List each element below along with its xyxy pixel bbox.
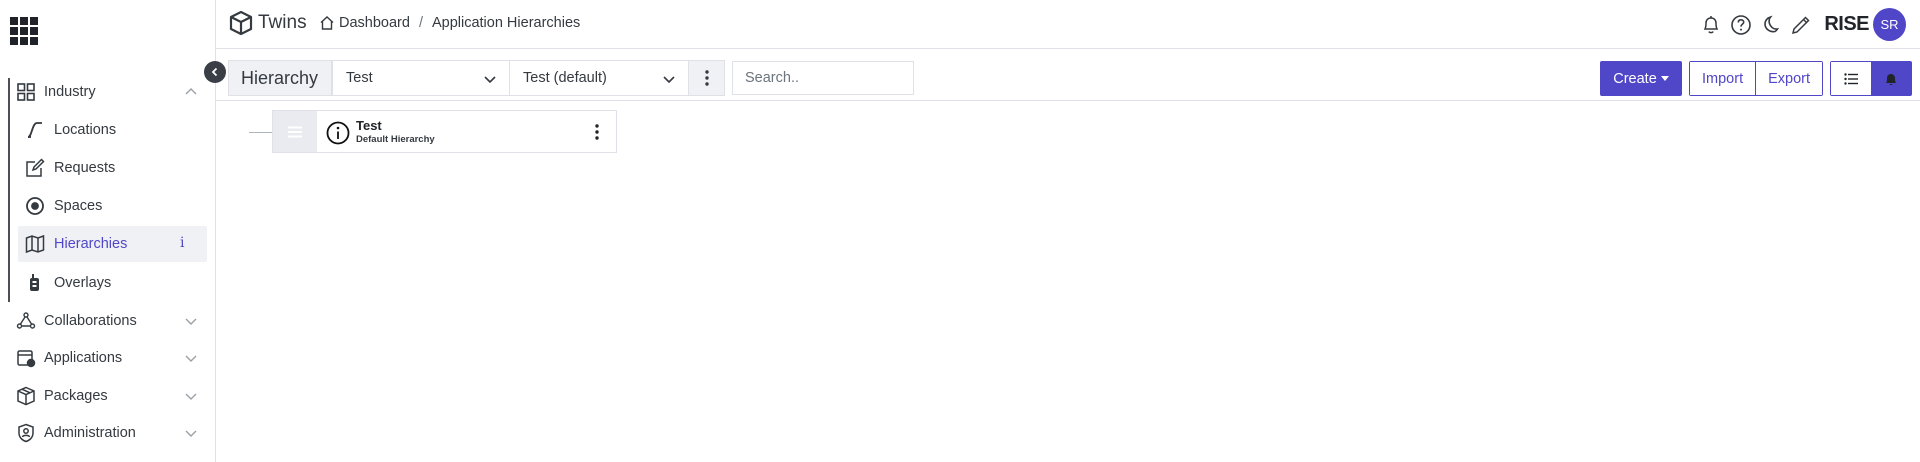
breadcrumb: Dashboard / Application Hierarchies: [319, 15, 580, 31]
sidebar-item-spaces[interactable]: Spaces: [18, 188, 207, 224]
home-icon[interactable]: [319, 15, 335, 31]
list-view-button[interactable]: [1831, 62, 1871, 95]
hierarchy-select[interactable]: Test: [332, 60, 510, 96]
breadcrumb-separator: /: [418, 15, 423, 31]
brand-name: Twins: [258, 12, 307, 33]
sidebar-item-locations[interactable]: Locations: [18, 112, 207, 148]
node-options-button[interactable]: [588, 121, 606, 143]
app-launcher-icon[interactable]: [10, 17, 38, 45]
sidebar-group-label: Applications: [44, 350, 123, 366]
chevron-left-icon: [211, 67, 218, 77]
brand-logo[interactable]: Twins: [228, 10, 307, 36]
hierarchy-toolbar: Hierarchy Test Test (default) Create Imp…: [216, 49, 1920, 101]
industry-group-indicator: [8, 78, 10, 302]
tree-connector: [249, 132, 273, 133]
view-toggle-group: [1830, 61, 1912, 96]
packages-icon: [16, 386, 36, 406]
organization-name: RISE: [1824, 13, 1869, 35]
create-button-label: Create: [1613, 70, 1657, 87]
help-icon[interactable]: [1730, 14, 1752, 36]
import-export-group: Import Export: [1689, 61, 1824, 96]
drag-handle[interactable]: [273, 111, 317, 152]
collapse-sidebar-button[interactable]: [204, 61, 226, 83]
dark-mode-icon[interactable]: [1760, 14, 1782, 36]
version-select[interactable]: Test (default): [509, 60, 689, 96]
map-icon: [25, 234, 45, 254]
sidebar-item-hierarchies[interactable]: Hierarchies i: [18, 226, 207, 262]
kebab-menu-icon: [704, 70, 709, 86]
chevron-down-icon: [184, 389, 198, 403]
sidebar: Industry Locations Requests Spaces Hiera…: [0, 0, 216, 462]
sidebar-item-label: Locations: [54, 122, 117, 138]
chevron-up-icon: [184, 85, 198, 99]
chevron-down-icon: [484, 76, 496, 84]
locations-icon: [25, 120, 45, 140]
user-avatar[interactable]: SR: [1873, 8, 1906, 41]
export-button[interactable]: Export: [1755, 62, 1823, 95]
node-title: Test: [356, 118, 382, 133]
edit-pencil-icon[interactable]: [1790, 14, 1812, 36]
hierarchy-options-button[interactable]: [688, 60, 725, 96]
chevron-down-icon: [184, 351, 198, 365]
version-select-value: Test (default): [523, 70, 607, 86]
overlays-icon: [25, 273, 45, 293]
search-input[interactable]: [732, 61, 914, 95]
create-button[interactable]: Create: [1600, 61, 1682, 96]
node-subtitle: Default Hierarchy: [356, 134, 435, 145]
top-bar: Twins Dashboard / Application Hierarchie…: [216, 0, 1920, 49]
sidebar-group-label: Administration: [44, 425, 136, 441]
sidebar-group-administration[interactable]: Administration: [0, 415, 216, 451]
industry-icon: [16, 82, 36, 102]
sidebar-item-overlays[interactable]: Overlays: [18, 265, 207, 301]
breadcrumb-dashboard[interactable]: Dashboard: [339, 15, 410, 31]
sidebar-group-label: Collaborations: [44, 313, 137, 329]
breadcrumb-current: Application Hierarchies: [431, 15, 581, 31]
chevron-down-icon: [184, 314, 198, 328]
sidebar-item-label: Spaces: [54, 198, 103, 214]
chevron-down-icon: [184, 426, 198, 440]
sidebar-item-label: Overlays: [54, 275, 112, 291]
chevron-down-icon: [663, 76, 675, 84]
bell-icon: [1886, 73, 1896, 85]
requests-icon: [25, 158, 45, 178]
hierarchy-select-value: Test: [346, 70, 373, 86]
alerts-view-button[interactable]: [1871, 62, 1911, 95]
top-actions: RISE SR: [1700, 0, 1920, 49]
page-title: Hierarchy: [228, 60, 332, 96]
sidebar-group-applications[interactable]: Applications: [0, 340, 216, 376]
administration-icon: [16, 423, 36, 443]
spaces-icon: [25, 196, 45, 216]
cube-logo-icon: [229, 10, 253, 36]
notifications-bell-icon[interactable]: [1700, 14, 1722, 36]
sidebar-item-label: Requests: [54, 160, 116, 176]
collaborations-icon: [16, 311, 36, 331]
kebab-menu-icon: [595, 124, 599, 140]
sidebar-group-label: Industry: [44, 84, 96, 100]
sidebar-group-label: Packages: [44, 388, 108, 404]
sidebar-group-collaborations[interactable]: Collaborations: [0, 303, 216, 339]
sidebar-item-requests[interactable]: Requests: [18, 150, 207, 186]
sidebar-item-label: Hierarchies: [54, 236, 128, 252]
info-circle-icon[interactable]: [326, 121, 350, 145]
caret-down-icon: [1660, 76, 1669, 81]
hierarchy-node[interactable]: Test Default Hierarchy: [272, 110, 617, 153]
sidebar-group-industry[interactable]: Industry: [0, 74, 216, 110]
info-icon[interactable]: i: [180, 235, 184, 251]
import-button[interactable]: Import: [1690, 62, 1756, 95]
list-icon: [1844, 72, 1858, 85]
sidebar-group-packages[interactable]: Packages: [0, 378, 216, 414]
drag-handle-icon: [288, 126, 302, 137]
applications-icon: [16, 348, 36, 368]
